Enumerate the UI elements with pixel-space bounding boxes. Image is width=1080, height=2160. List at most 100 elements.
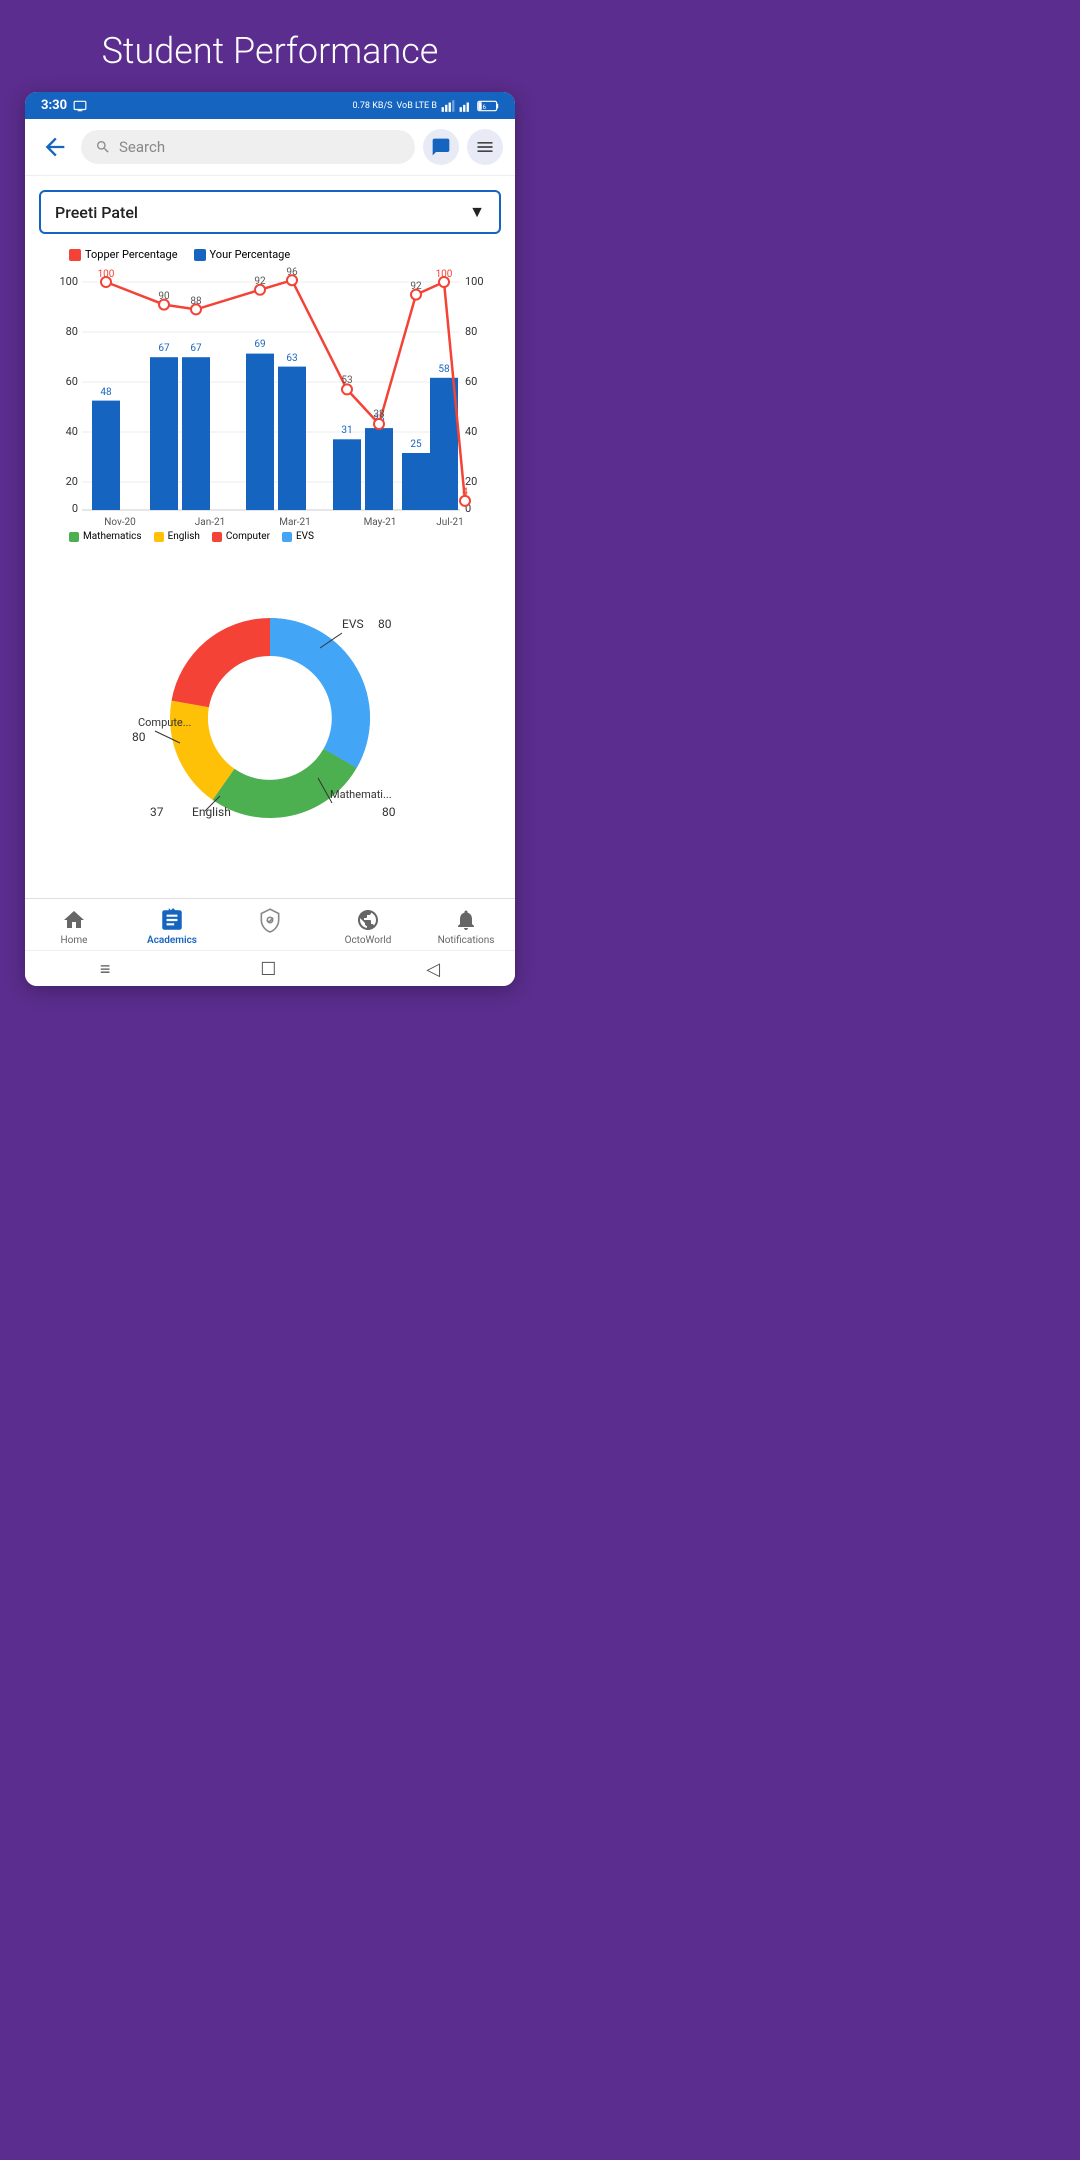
chat-button[interactable] bbox=[423, 129, 459, 165]
math-legend-color bbox=[69, 532, 79, 542]
signal-icon bbox=[441, 99, 455, 113]
main-content: Preeti Patel ▼ Topper Percentage Your Pe… bbox=[25, 176, 515, 898]
page-title: Student Performance bbox=[0, 0, 540, 92]
system-home-button[interactable]: ☐ bbox=[260, 959, 276, 980]
nav-home-label: Home bbox=[61, 935, 88, 946]
back-icon bbox=[41, 133, 69, 161]
yours-legend-dot bbox=[194, 249, 206, 261]
svg-text:80: 80 bbox=[66, 325, 78, 338]
legend-evs: EVS bbox=[282, 531, 314, 542]
svg-text:38: 38 bbox=[373, 409, 385, 420]
wifi-signal-icon bbox=[459, 99, 473, 113]
system-nav: ≡ ☐ ◁ bbox=[25, 950, 515, 986]
nav-octoworld-label: OctoWorld bbox=[345, 935, 392, 946]
dropdown-arrow-icon: ▼ bbox=[469, 202, 485, 222]
bottom-nav: Home Academics bbox=[25, 898, 515, 950]
legend-topper: Topper Percentage bbox=[69, 248, 178, 261]
svg-text:69: 69 bbox=[254, 339, 265, 350]
svg-text:80: 80 bbox=[465, 325, 477, 338]
evs-value: 80 bbox=[378, 617, 392, 631]
menu-button[interactable] bbox=[467, 129, 503, 165]
svg-text:Mar-21: Mar-21 bbox=[279, 517, 311, 527]
svg-text:40: 40 bbox=[66, 425, 78, 438]
nav-academics-label: Academics bbox=[147, 935, 197, 946]
donut-chart-svg: EVS 80 Mathemati... 80 English 37 Comput… bbox=[110, 568, 430, 868]
legend-math: Mathematics bbox=[69, 531, 142, 542]
svg-text:100: 100 bbox=[59, 275, 78, 288]
svg-text:48: 48 bbox=[100, 387, 112, 398]
nav-academics[interactable]: Academics bbox=[142, 907, 202, 946]
bar-chart-container: Topper Percentage Your Percentage 100 80… bbox=[39, 248, 501, 552]
svg-text:40: 40 bbox=[465, 425, 477, 438]
menu-icon bbox=[475, 137, 495, 157]
math-label: Mathemati... bbox=[330, 788, 392, 801]
system-menu-button[interactable]: ≡ bbox=[100, 959, 111, 980]
svg-text:60: 60 bbox=[465, 375, 477, 388]
svg-text:Jul-21: Jul-21 bbox=[436, 517, 463, 527]
svg-text:25: 25 bbox=[410, 439, 422, 450]
math-value: 80 bbox=[382, 805, 396, 819]
svg-text:67: 67 bbox=[158, 343, 170, 354]
legend-yours: Your Percentage bbox=[194, 248, 291, 261]
english-value-donut: 37 bbox=[150, 805, 164, 819]
svg-text:90: 90 bbox=[158, 291, 170, 302]
computer-label: Compute... bbox=[138, 716, 192, 729]
svg-text:92: 92 bbox=[254, 276, 266, 287]
nav-plus[interactable] bbox=[240, 907, 300, 946]
nav-notifications[interactable]: Notifications bbox=[436, 907, 496, 946]
bar-chart-wrapper: 100 80 60 40 20 0 100 80 60 40 20 0 bbox=[39, 267, 501, 527]
phone-frame: 3:30 0.78 KB/S VoB LTE B 6 bbox=[25, 92, 515, 986]
globe-icon bbox=[355, 907, 381, 933]
search-icon bbox=[95, 139, 111, 155]
svg-text:100: 100 bbox=[465, 275, 484, 288]
toolbar-icons bbox=[423, 129, 503, 165]
svg-text:60: 60 bbox=[66, 375, 78, 388]
evs-label: EVS bbox=[342, 617, 364, 631]
topper-legend-dot bbox=[69, 249, 81, 261]
status-bar: 3:30 0.78 KB/S VoB LTE B 6 bbox=[25, 92, 515, 119]
evs-legend-color bbox=[282, 532, 292, 542]
status-time: 3:30 bbox=[41, 98, 87, 113]
donut-chart-section: EVS 80 Mathemati... 80 English 37 Comput… bbox=[39, 552, 501, 884]
svg-text:67: 67 bbox=[190, 343, 202, 354]
svg-text:Nov-20: Nov-20 bbox=[104, 517, 136, 527]
search-placeholder: Search bbox=[119, 138, 165, 156]
student-dropdown[interactable]: Preeti Patel ▼ bbox=[39, 190, 501, 234]
toolbar: Search bbox=[25, 119, 515, 176]
legend-computer: Computer bbox=[212, 531, 270, 542]
status-right: 0.78 KB/S VoB LTE B 6 bbox=[352, 99, 499, 113]
english-legend-color bbox=[154, 532, 164, 542]
svg-text:31: 31 bbox=[341, 425, 352, 436]
svg-text:100: 100 bbox=[436, 269, 453, 280]
svg-text:88: 88 bbox=[190, 296, 202, 307]
home-icon bbox=[61, 907, 87, 933]
svg-text:20: 20 bbox=[66, 475, 78, 488]
svg-text:100: 100 bbox=[98, 269, 115, 280]
plus-shield-icon bbox=[257, 907, 283, 933]
svg-text:53: 53 bbox=[341, 375, 352, 386]
svg-text:4: 4 bbox=[462, 487, 468, 498]
english-label-donut: English bbox=[192, 805, 231, 819]
battery-icon: 6 bbox=[477, 100, 499, 112]
nav-notifications-label: Notifications bbox=[438, 935, 495, 946]
back-button[interactable] bbox=[37, 129, 73, 165]
svg-text:96: 96 bbox=[286, 267, 298, 278]
nav-home[interactable]: Home bbox=[44, 907, 104, 946]
dropdown-selected-value: Preeti Patel bbox=[55, 203, 138, 222]
svg-text:6: 6 bbox=[483, 103, 487, 111]
bar-chart-svg: 100 80 60 40 20 0 100 80 60 40 20 0 bbox=[39, 267, 501, 527]
chart-bottom-legend: Mathematics English Computer EVS bbox=[69, 531, 501, 542]
academics-icon bbox=[159, 907, 185, 933]
svg-text:63: 63 bbox=[286, 353, 297, 364]
svg-text:May-21: May-21 bbox=[364, 517, 397, 527]
screen-icon bbox=[73, 99, 87, 113]
computer-value: 80 bbox=[132, 730, 146, 744]
bell-icon bbox=[453, 907, 479, 933]
nav-octoworld[interactable]: OctoWorld bbox=[338, 907, 398, 946]
svg-text:92: 92 bbox=[410, 281, 422, 292]
computer-legend-color bbox=[212, 532, 222, 542]
svg-text:Jan-21: Jan-21 bbox=[195, 517, 225, 527]
system-back-button[interactable]: ◁ bbox=[426, 959, 440, 980]
svg-text:0: 0 bbox=[72, 502, 78, 515]
search-bar[interactable]: Search bbox=[81, 130, 415, 164]
